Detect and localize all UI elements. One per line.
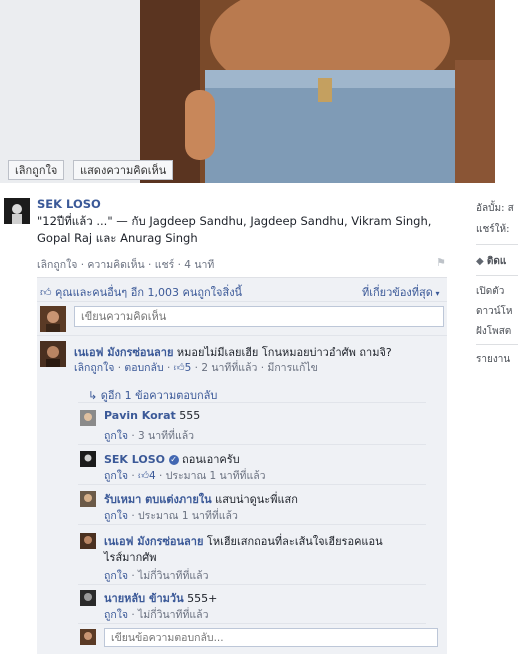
divider xyxy=(476,275,518,276)
comment-time[interactable]: 2 นาทีที่แล้ว xyxy=(201,362,257,374)
comment-input[interactable] xyxy=(74,306,444,327)
reply-time[interactable]: ไม่กี่วินาทีที่แล้ว xyxy=(138,609,208,621)
commenter-avatar[interactable] xyxy=(40,341,66,367)
reply-text: ถอนเอาครับ xyxy=(182,453,240,466)
reply-input[interactable] xyxy=(104,628,438,647)
reply-text: 555+ xyxy=(187,592,218,605)
tag-photo-link[interactable]: ◆ ติดแ xyxy=(476,254,506,269)
reply-arrow-icon: ↳ xyxy=(88,389,98,402)
photo-image xyxy=(0,0,495,183)
like-count-icon: 👍︎ xyxy=(138,470,149,482)
report-link[interactable]: รายงาน xyxy=(476,352,510,367)
separator: · xyxy=(148,259,152,271)
reply-avatar[interactable] xyxy=(80,410,96,426)
view-more-label: ดูอีก 1 ข้อความตอบกลับ xyxy=(100,389,218,402)
reply-avatar[interactable] xyxy=(80,533,96,549)
reply-time[interactable]: ประมาณ 1 นาทีที่แล้ว xyxy=(166,470,266,482)
divider xyxy=(78,484,426,485)
shared-with-label: แชร์ให้: xyxy=(476,224,510,235)
reply-author[interactable]: นายหลับ ข้ามวัน xyxy=(104,592,184,605)
post-time[interactable]: 4 นาที xyxy=(184,259,214,271)
post-photo[interactable]: เลิกถูกใจ แสดงความคิดเห็น xyxy=(0,0,495,183)
divider xyxy=(476,344,518,345)
comment-section xyxy=(37,277,447,654)
like-summary: 👍︎ คุณและคนอื่นๆ อีก 1,003 คนถูกใจสิ่งนี… xyxy=(40,283,242,301)
post-actions: เลิกถูกใจ · ความคิดเห็น · แชร์ · 4 นาที xyxy=(37,256,214,273)
divider xyxy=(78,444,426,445)
reply-avatar[interactable] xyxy=(80,491,96,507)
reply: SEK LOSO ✓ ถอนเอาครับ xyxy=(104,450,240,468)
like-count-icon: 👍︎ xyxy=(173,362,185,374)
comment-reply-link[interactable]: ตอบกลับ xyxy=(124,362,163,374)
unlike-button[interactable]: เลิกถูกใจ xyxy=(8,160,65,180)
post-comment-link[interactable]: ความคิดเห็น xyxy=(87,259,144,271)
download-link[interactable]: ดาวน์โห xyxy=(476,304,513,319)
post-text-line1: "12ปีที่แล้ว ..." — กับ Jagdeep Sandhu, … xyxy=(37,214,432,228)
divider xyxy=(37,301,447,302)
divider xyxy=(78,584,426,585)
reply-meta: ถูกใจ · ไม่กี่วินาทีที่แล้ว xyxy=(104,570,209,582)
reply-meta: ถูกใจ · 👍︎4 · ประมาณ 1 นาทีที่แล้ว xyxy=(104,470,266,482)
avatar[interactable] xyxy=(4,198,30,224)
thumbs-up-icon: 👍︎ xyxy=(40,286,52,299)
reply-meta: ถูกใจ · 3 นาทีที่แล้ว xyxy=(104,430,195,442)
reply: Pavin Korat 555 xyxy=(104,409,200,422)
reply-author[interactable]: รับเหมา ตบแต่งภายใน xyxy=(104,493,212,506)
comment-text: หมอยไม่มีเลยเฮีย โกนหมอยบ่าวอำศัพ ถามจิ? xyxy=(176,346,392,359)
tag-photo-label: ติดแ xyxy=(486,256,507,267)
edited-label[interactable]: มีการแก้ไข xyxy=(267,362,317,374)
verified-icon: ✓ xyxy=(168,455,179,465)
reply-meta: ถูกใจ · ไม่กี่วินาทีที่แล้ว xyxy=(104,609,209,621)
reply-like-link[interactable]: ถูกใจ xyxy=(104,609,128,621)
divider xyxy=(78,623,426,624)
fullscreen-link[interactable]: เปิดตัว xyxy=(476,284,504,299)
reply-time[interactable]: ไม่กี่วินาทีที่แล้ว xyxy=(138,570,208,582)
post-unlike-link[interactable]: เลิกถูกใจ xyxy=(37,259,77,271)
comment-meta: เลิกถูกใจ · ตอบกลับ · 👍︎5 · 2 นาทีที่แล้… xyxy=(74,362,318,374)
reply-text-cont: ไรส์มากศัพ xyxy=(104,551,157,564)
divider xyxy=(476,244,518,245)
reply-time[interactable]: 3 นาทีที่แล้ว xyxy=(138,430,194,442)
reply-like-count[interactable]: 4 xyxy=(149,470,156,482)
divider xyxy=(37,335,447,336)
divider xyxy=(78,402,426,403)
sort-label: ที่เกี่ยวข้องที่สุด xyxy=(362,286,433,299)
divider xyxy=(78,524,426,525)
flag-icon[interactable]: ⚑ xyxy=(436,256,446,269)
reply-like-link[interactable]: ถูกใจ xyxy=(104,570,128,582)
post-author[interactable]: SEK LOSO xyxy=(37,197,101,211)
sort-dropdown[interactable]: ที่เกี่ยวข้องที่สุด ▾ xyxy=(362,283,439,301)
tag-icon: ◆ xyxy=(476,256,484,267)
reply-author[interactable]: Pavin Korat xyxy=(104,409,176,422)
separator: · xyxy=(177,259,181,271)
dropdown-arrow-icon: ▾ xyxy=(432,289,440,298)
album-label: อัลบั้ม: ส xyxy=(476,203,514,214)
reply-text: 555 xyxy=(179,409,201,422)
comment-author[interactable]: เนเอฟ มังกรซ่อนลาย xyxy=(74,346,173,359)
comment-button[interactable]: แสดงความคิดเห็น xyxy=(73,160,174,180)
likers-link[interactable]: คุณและคนอื่นๆ อีก 1,003 คนถูกใจสิ่งนี้ xyxy=(55,286,242,299)
comment-unlike-link[interactable]: เลิกถูกใจ xyxy=(74,362,114,374)
reply-like-link[interactable]: ถูกใจ xyxy=(104,430,128,442)
reply: นายหลับ ข้ามวัน 555+ xyxy=(104,589,217,607)
embed-link[interactable]: ฝังโพสต xyxy=(476,324,511,339)
reply-author[interactable]: เนเอฟ มังกรซ่อนลาย xyxy=(104,535,203,548)
post-text-line2: Gopal Raj และ Anurag Singh xyxy=(37,231,198,245)
reply-text: โหเฮียเสกถอนที่ละเส้นใจเฮียรอคแอน xyxy=(206,535,383,548)
reply-time[interactable]: ประมาณ 1 นาทีที่แล้ว xyxy=(138,510,238,522)
reply-text: แสบน่าดูนะพี่แสก xyxy=(215,493,298,506)
my-avatar xyxy=(80,629,96,645)
reply-avatar[interactable] xyxy=(80,590,96,606)
post-share-link[interactable]: แชร์ xyxy=(155,259,175,271)
comment-like-count[interactable]: 5 xyxy=(185,362,192,374)
reply-avatar[interactable] xyxy=(80,451,96,467)
reply-like-link[interactable]: ถูกใจ xyxy=(104,510,128,522)
reply-like-link[interactable]: ถูกใจ xyxy=(104,470,128,482)
reply-author[interactable]: SEK LOSO xyxy=(104,453,165,466)
separator: · xyxy=(80,259,85,271)
reply: รับเหมา ตบแต่งภายใน แสบน่าดูนะพี่แสก xyxy=(104,490,298,508)
my-avatar xyxy=(40,306,66,332)
reply-meta: ถูกใจ · ประมาณ 1 นาทีที่แล้ว xyxy=(104,510,238,522)
